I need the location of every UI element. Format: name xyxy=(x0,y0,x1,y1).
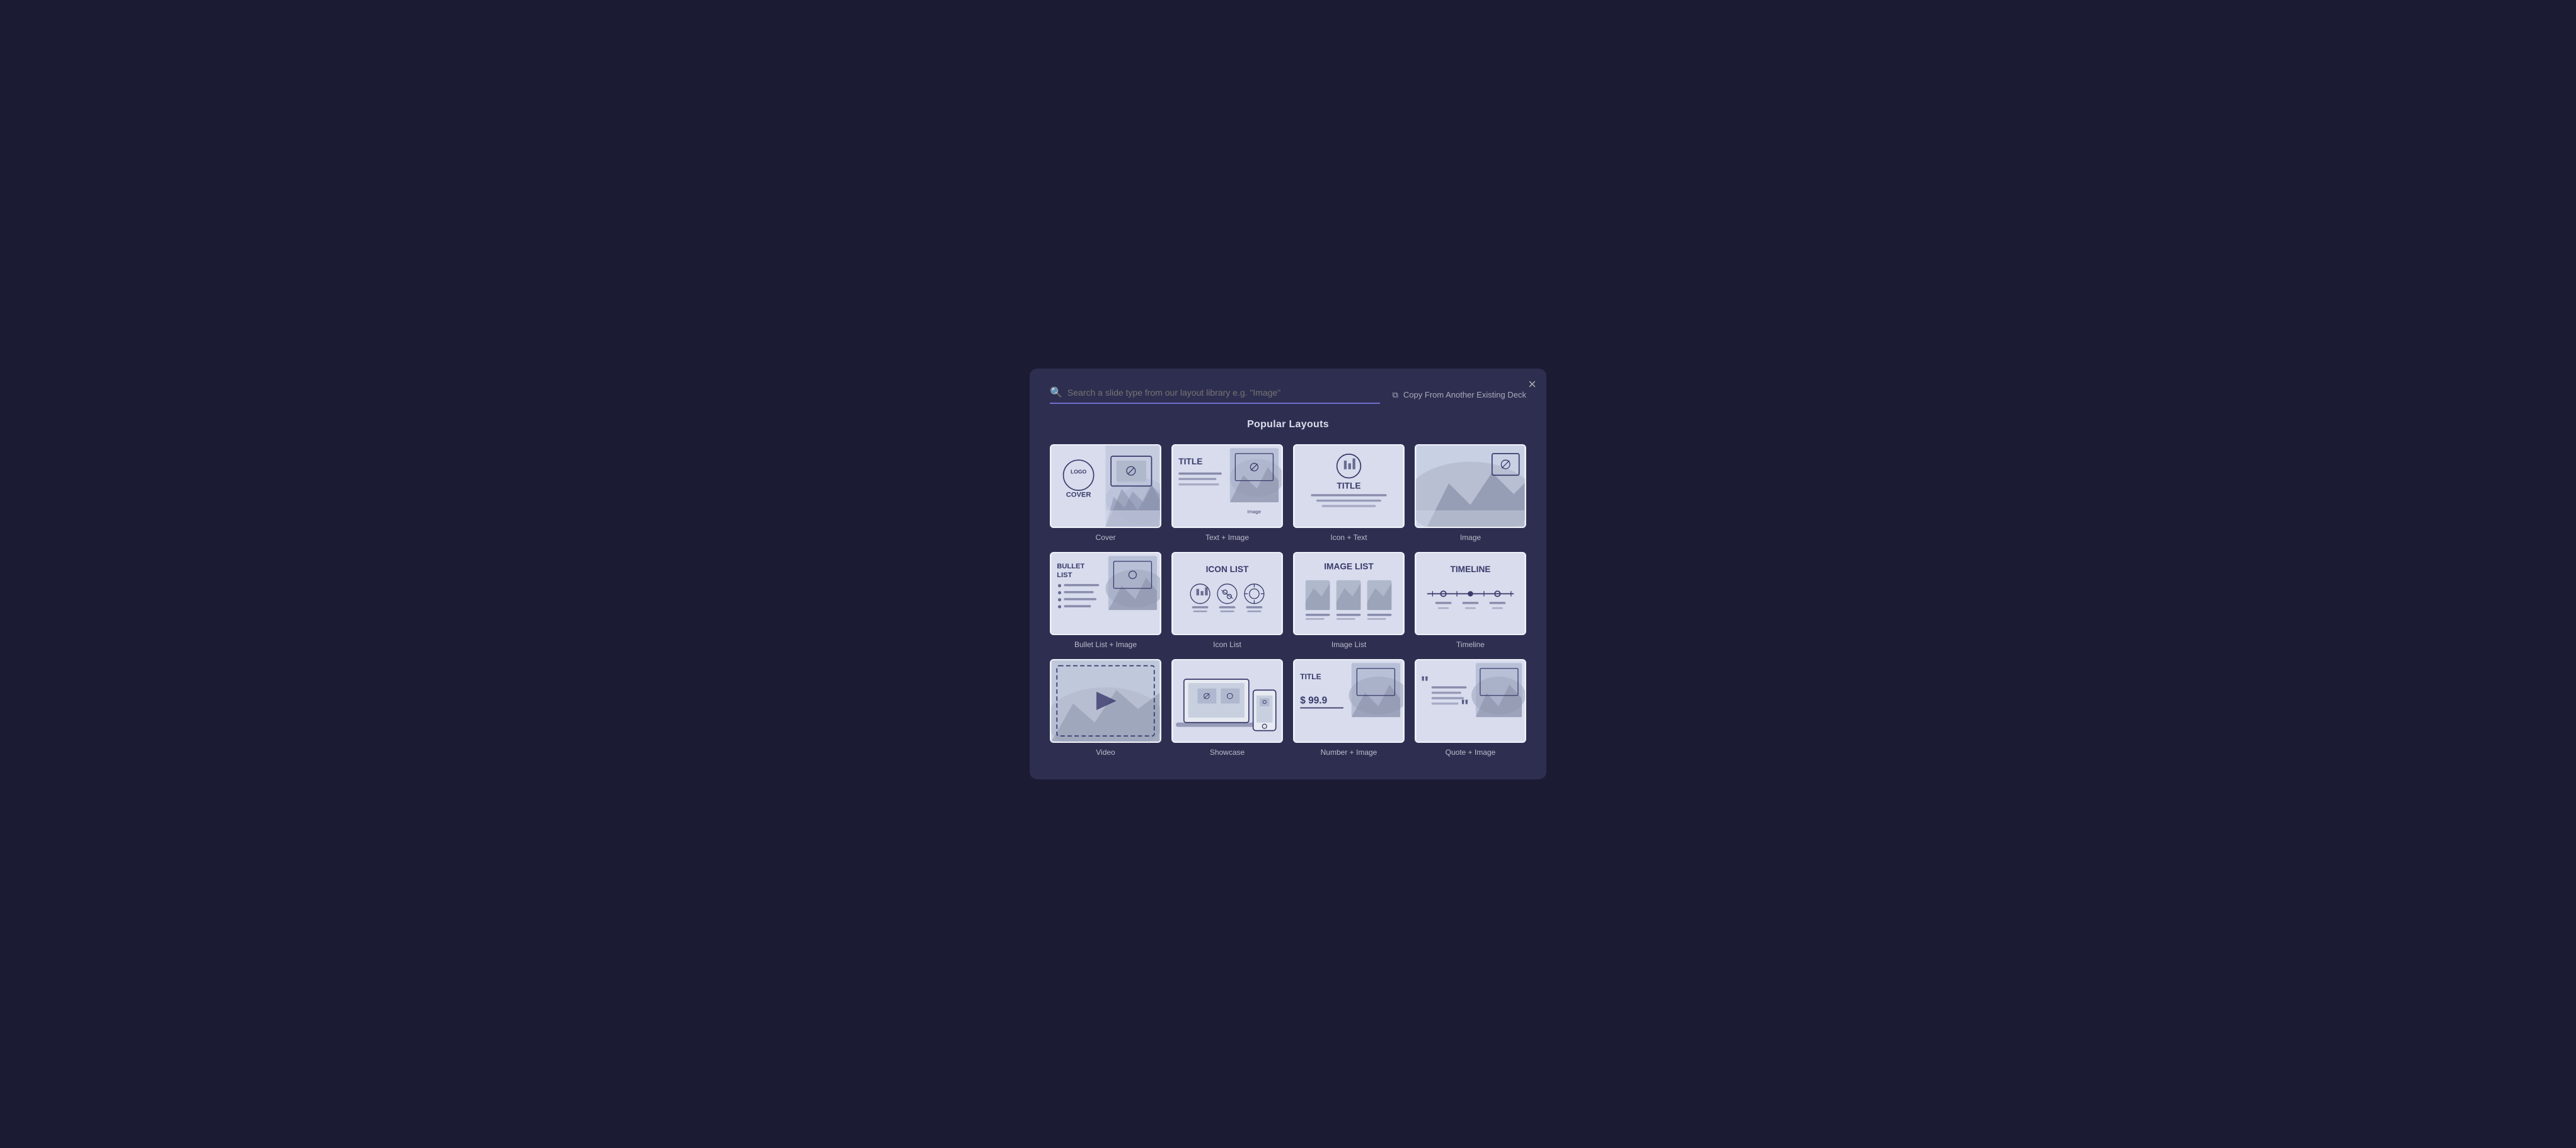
layout-thumb-quote-image: " " xyxy=(1415,659,1526,743)
layout-label-quote-image: Quote + Image xyxy=(1446,748,1496,757)
layout-item-cover[interactable]: LOGO COVER Cover xyxy=(1050,444,1161,542)
layout-item-text-image[interactable]: TITLE Image Text + Image xyxy=(1171,444,1283,542)
svg-text:IMAGE LIST: IMAGE LIST xyxy=(1324,561,1374,571)
layout-item-icon-list[interactable]: ICON LIST xyxy=(1171,552,1283,650)
layout-label-icon-text: Icon + Text xyxy=(1330,533,1367,542)
copy-button-label: Copy From Another Existing Deck xyxy=(1403,390,1526,399)
svg-text:$ 99.9: $ 99.9 xyxy=(1300,696,1327,706)
svg-text:TITLE: TITLE xyxy=(1337,481,1360,491)
svg-text:LOGO: LOGO xyxy=(1071,469,1087,475)
layout-item-image-list[interactable]: IMAGE LIST xyxy=(1293,552,1405,650)
svg-text:BULLET: BULLET xyxy=(1057,563,1084,570)
layout-thumb-showcase xyxy=(1171,659,1283,743)
close-button[interactable]: × xyxy=(1528,377,1536,391)
copy-icon: ⧉ xyxy=(1393,390,1398,400)
layout-thumb-number-image: TITLE $ 99.9 xyxy=(1293,659,1405,743)
section-title: Popular Layouts xyxy=(1050,419,1526,430)
search-icon: 🔍 xyxy=(1050,386,1062,399)
svg-text:TITLE: TITLE xyxy=(1178,457,1202,466)
layout-label-text-image: Text + Image xyxy=(1205,533,1249,542)
layout-label-timeline: Timeline xyxy=(1456,640,1485,649)
layout-thumb-image-list: IMAGE LIST xyxy=(1293,552,1405,636)
svg-text:TIMELINE: TIMELINE xyxy=(1450,565,1490,574)
layout-item-icon-text[interactable]: TITLE Icon + Text xyxy=(1293,444,1405,542)
layout-thumb-text-image: TITLE Image xyxy=(1171,444,1283,528)
svg-text:Image: Image xyxy=(1248,508,1261,514)
layout-label-image-list: Image List xyxy=(1331,640,1366,649)
svg-text:ICON LIST: ICON LIST xyxy=(1206,565,1249,574)
layout-thumb-image xyxy=(1415,444,1526,528)
layout-thumb-timeline: TIMELINE xyxy=(1415,552,1526,636)
layout-label-bullet-list: Bullet List + Image xyxy=(1074,640,1137,649)
layout-item-image[interactable]: Image xyxy=(1415,444,1526,542)
layout-thumb-bullet-list: BULLET LIST xyxy=(1050,552,1161,636)
layout-item-bullet-list[interactable]: BULLET LIST Bullet List + Image xyxy=(1050,552,1161,650)
layout-label-icon-list: Icon List xyxy=(1213,640,1241,649)
svg-text:TITLE: TITLE xyxy=(1300,672,1321,681)
svg-text:COVER: COVER xyxy=(1066,491,1091,498)
svg-text:LIST: LIST xyxy=(1057,571,1072,578)
search-row: 🔍 ⧉ Copy From Another Existing Deck xyxy=(1050,386,1526,404)
layout-grid: LOGO COVER Cover xyxy=(1050,444,1526,757)
layout-item-timeline[interactable]: TIMELINE xyxy=(1415,552,1526,650)
layout-thumb-video xyxy=(1050,659,1161,743)
layout-label-number-image: Number + Image xyxy=(1321,748,1377,757)
layout-item-number-image[interactable]: TITLE $ 99.9 Number + Image xyxy=(1293,659,1405,757)
search-box: 🔍 xyxy=(1050,386,1380,404)
layout-label-image: Image xyxy=(1460,533,1481,542)
layout-thumb-cover: LOGO COVER xyxy=(1050,444,1161,528)
copy-from-deck-button[interactable]: ⧉ Copy From Another Existing Deck xyxy=(1393,390,1526,400)
search-input[interactable] xyxy=(1067,387,1380,398)
layout-thumb-icon-list: ICON LIST xyxy=(1171,552,1283,636)
modal-overlay[interactable]: × 🔍 ⧉ Copy From Another Existing Deck Po… xyxy=(0,0,2576,1148)
layout-label-showcase: Showcase xyxy=(1210,748,1245,757)
layout-item-showcase[interactable]: Showcase xyxy=(1171,659,1283,757)
layout-label-cover: Cover xyxy=(1095,533,1115,542)
layout-item-quote-image[interactable]: " " Quote + Image xyxy=(1415,659,1526,757)
layout-label-video: Video xyxy=(1096,748,1115,757)
layout-picker-modal: × 🔍 ⧉ Copy From Another Existing Deck Po… xyxy=(1030,369,1546,779)
layout-thumb-icon-text: TITLE xyxy=(1293,444,1405,528)
svg-text:": " xyxy=(1421,673,1429,692)
layout-item-video[interactable]: Video xyxy=(1050,659,1161,757)
